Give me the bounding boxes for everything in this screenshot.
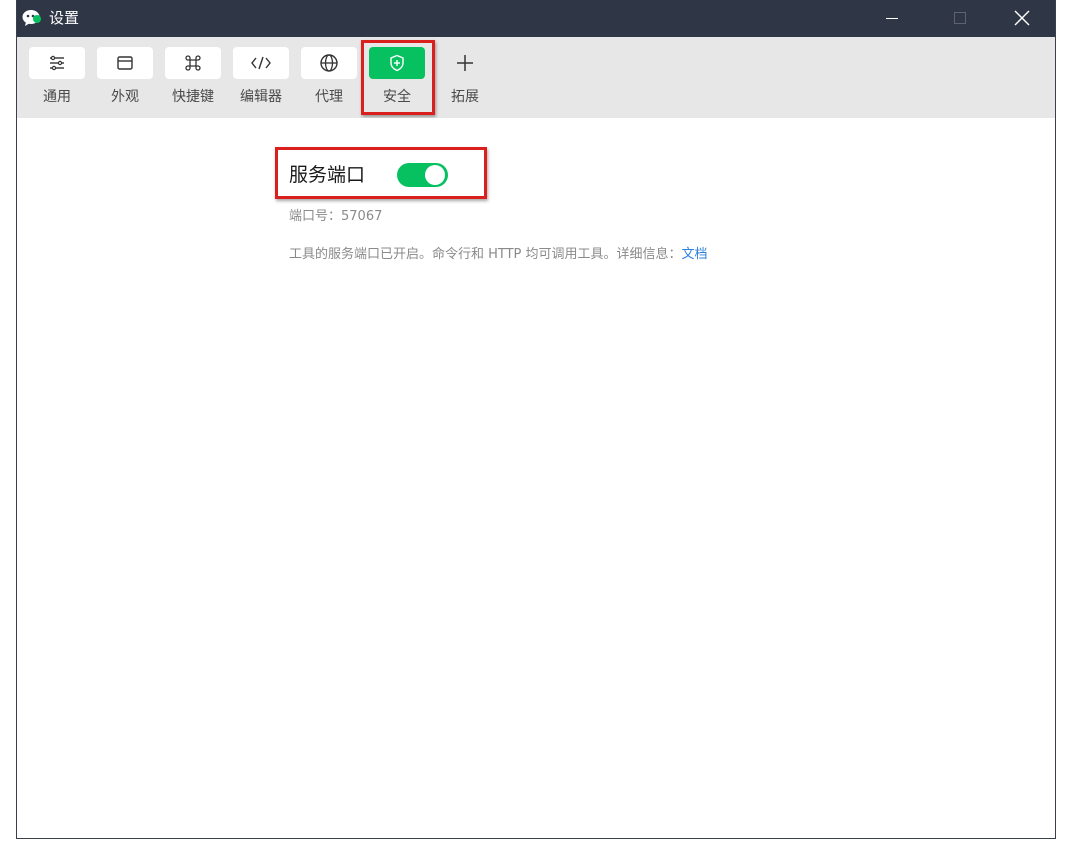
description-text: 工具的服务端口已开启。命令行和 HTTP 均可调用工具。详细信息： (289, 247, 682, 262)
tab-label: 代理 (315, 89, 343, 105)
tab-icon-box (301, 47, 357, 79)
service-port-highlight (275, 147, 487, 199)
wechat-devtools-icon (22, 9, 42, 27)
settings-tabbar: 通用 外观 快捷键 编辑器 代理 安全 拓展 (17, 37, 1055, 118)
sliders-icon (50, 55, 64, 71)
tab-shortcuts[interactable]: 快捷键 (165, 47, 221, 111)
code-icon (251, 56, 271, 70)
tab-icon-box (97, 47, 153, 79)
security-settings-panel: 服务端口 端口号：57067 工具的服务端口已开启。命令行和 HTTP 均可调用… (17, 118, 1055, 838)
window-title: 设置 (49, 9, 80, 27)
port-number-text: 端口号：57067 (289, 209, 383, 224)
tab-proxy[interactable]: 代理 (301, 47, 357, 111)
minimize-icon (886, 18, 898, 19)
tab-appearance[interactable]: 外观 (97, 47, 153, 111)
tab-icon-box (233, 47, 289, 79)
title-bar: 设置 (17, 0, 1055, 37)
tab-editor[interactable]: 编辑器 (233, 47, 289, 111)
tab-label: 通用 (43, 89, 71, 105)
tab-label: 拓展 (451, 89, 479, 105)
command-key-icon (185, 55, 201, 71)
service-description: 工具的服务端口已开启。命令行和 HTTP 均可调用工具。详细信息：文档 (289, 246, 708, 263)
tab-icon-box (165, 47, 221, 79)
plus-icon (457, 55, 473, 71)
close-icon (1014, 10, 1030, 26)
settings-window: 设置 通用 外观 快捷键 编辑器 代理 安全 拓展 服务端口 端口号：57067… (16, 0, 1056, 839)
tab-icon-box (437, 47, 493, 79)
close-button[interactable] (992, 0, 1052, 37)
maximize-icon (954, 12, 966, 24)
doc-link[interactable]: 文档 (682, 247, 708, 262)
tab-label: 编辑器 (240, 89, 282, 105)
maximize-button[interactable] (930, 0, 990, 37)
tab-label: 快捷键 (172, 89, 214, 105)
window-icon (117, 56, 133, 70)
tab-icon-box (29, 47, 85, 79)
tab-general[interactable]: 通用 (29, 47, 85, 111)
tab-label: 外观 (111, 89, 139, 105)
security-tab-highlight (361, 40, 435, 115)
tab-extensions[interactable]: 拓展 (437, 47, 493, 111)
minimize-button[interactable] (862, 0, 922, 37)
globe-icon (320, 54, 338, 72)
